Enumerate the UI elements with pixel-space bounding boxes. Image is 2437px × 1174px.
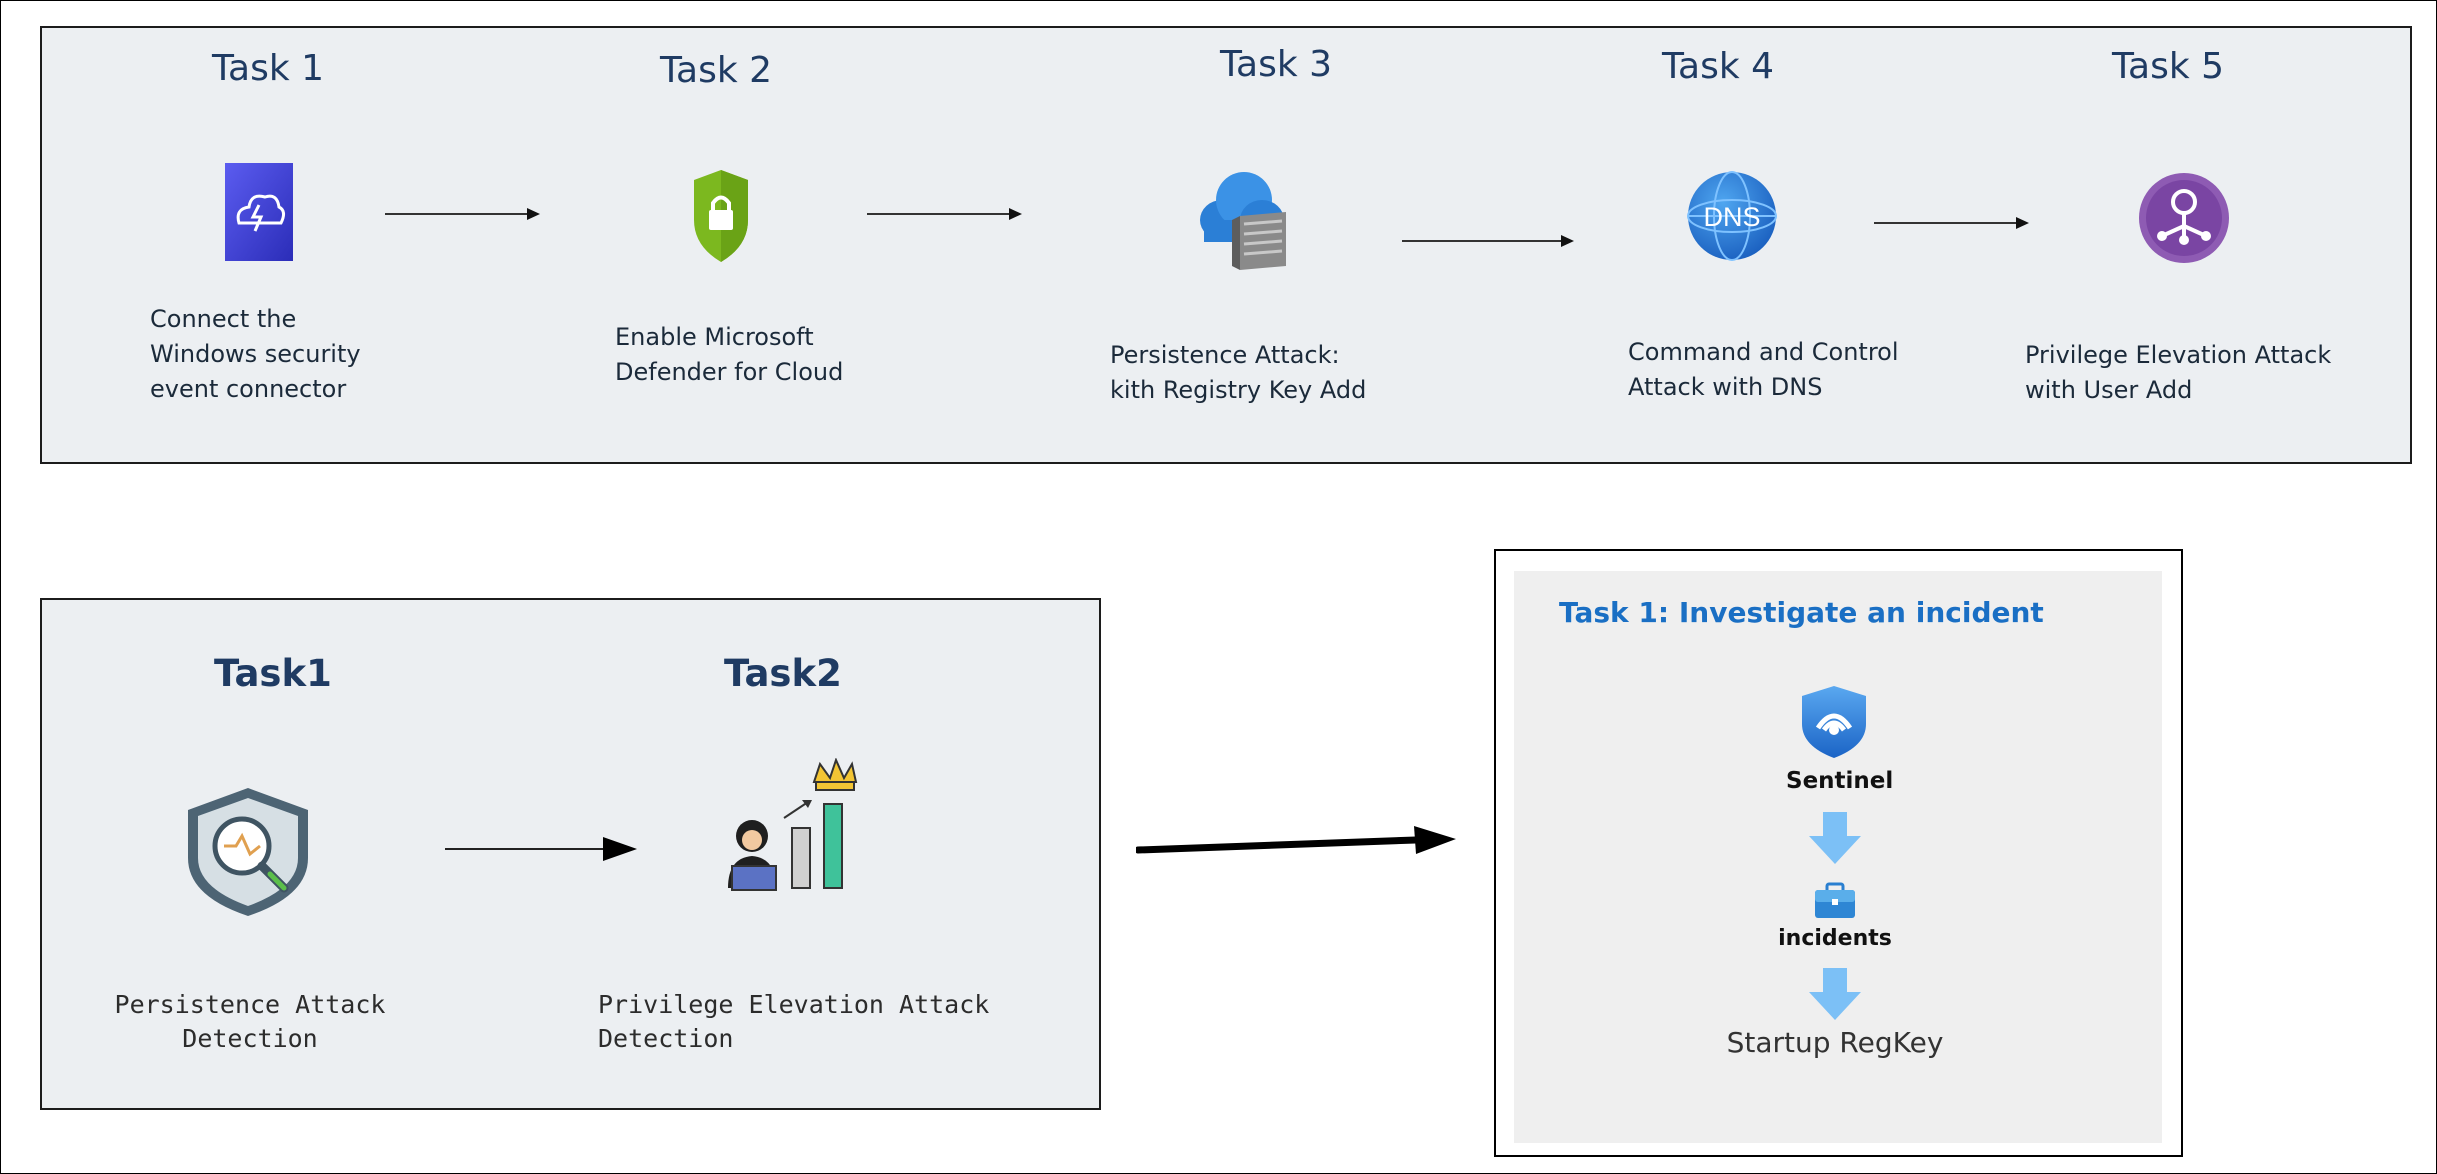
detection-task-1-desc: Persistence Attack Detection bbox=[100, 988, 400, 1056]
investigate-heading: Task 1: Investigate an incident bbox=[1559, 596, 2044, 629]
desc-line: with User Add bbox=[2025, 376, 2193, 404]
desc-line: Windows security bbox=[150, 340, 361, 368]
flow-arrow bbox=[1136, 820, 1458, 864]
flow-arrow bbox=[1874, 213, 2029, 233]
top-task-3-title: Task 3 bbox=[1220, 44, 1333, 85]
down-arrow-icon bbox=[1809, 968, 1861, 1020]
startup-regkey-label: Startup RegKey bbox=[1726, 1026, 1944, 1059]
down-arrow-icon bbox=[1809, 812, 1861, 864]
desc-line: Privilege Elevation Attack bbox=[598, 990, 990, 1019]
cloud-server-icon bbox=[1196, 166, 1296, 272]
top-task-2-title: Task 2 bbox=[660, 50, 773, 91]
detection-task-2-title: Task2 bbox=[724, 652, 842, 695]
user-crown-chart-icon bbox=[724, 758, 864, 894]
desc-line: Persistence Attack bbox=[114, 990, 386, 1019]
top-task-5-desc: Privilege Elevation Attack with User Add bbox=[2025, 338, 2331, 408]
desc-line: event connector bbox=[150, 375, 347, 403]
top-task-1-desc: Connect the Windows security event conne… bbox=[150, 302, 361, 407]
top-task-5-title: Task 5 bbox=[2112, 46, 2225, 87]
shield-lock-icon bbox=[692, 168, 750, 264]
desc-line: Privilege Elevation Attack bbox=[2025, 341, 2332, 369]
flow-arrow bbox=[445, 834, 637, 864]
desc-line: Enable Microsoft bbox=[615, 323, 814, 351]
briefcase-icon bbox=[1813, 882, 1857, 920]
desc-line: Attack with DNS bbox=[1628, 373, 1823, 401]
cloud-lightning-icon bbox=[225, 163, 293, 261]
desc-line: Detection bbox=[182, 1024, 318, 1053]
desc-line: Command and Control bbox=[1628, 338, 1899, 366]
top-task-1-title: Task 1 bbox=[212, 48, 325, 89]
shield-magnifier-icon bbox=[180, 784, 316, 920]
sentinel-label: Sentinel bbox=[1786, 768, 1894, 794]
desc-line: Persistence Attack: bbox=[1110, 341, 1340, 369]
desc-line: Detection bbox=[598, 1024, 734, 1053]
dns-globe-icon: DNS bbox=[1686, 170, 1778, 262]
incidents-label: incidents bbox=[1778, 926, 1892, 951]
user-network-icon bbox=[2138, 172, 2230, 264]
desc-line: Defender for Cloud bbox=[615, 358, 844, 386]
desc-line: kith Registry Key Add bbox=[1110, 376, 1367, 404]
top-task-4-title: Task 4 bbox=[1662, 46, 1775, 87]
sentinel-shield-icon bbox=[1800, 684, 1868, 760]
top-task-2-desc: Enable Microsoft Defender for Cloud bbox=[615, 320, 843, 390]
flow-arrow bbox=[867, 204, 1022, 224]
top-task-4-desc: Command and Control Attack with DNS bbox=[1628, 335, 1899, 405]
desc-line: Connect the bbox=[150, 305, 297, 333]
top-task-3-desc: Persistence Attack: kith Registry Key Ad… bbox=[1110, 338, 1366, 408]
detection-task-2-desc: Privilege Elevation Attack Detection bbox=[598, 988, 989, 1056]
flow-arrow bbox=[1402, 231, 1574, 251]
detection-task-1-title: Task1 bbox=[214, 652, 332, 695]
svg-text:DNS: DNS bbox=[1703, 202, 1760, 232]
flow-arrow bbox=[385, 204, 540, 224]
